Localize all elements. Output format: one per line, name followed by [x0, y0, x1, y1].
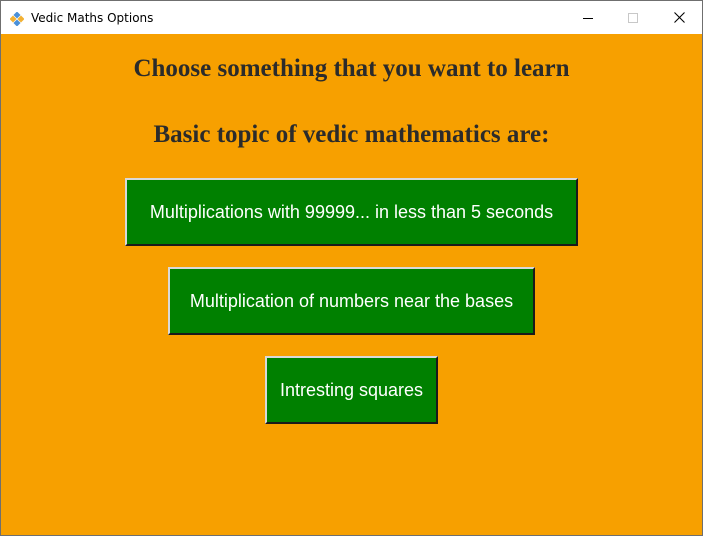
main-content: Choose something that you want to learn … — [1, 34, 702, 535]
title-bar[interactable]: Vedic Maths Options — [1, 1, 702, 34]
minimize-button[interactable] — [565, 1, 611, 34]
topics-subtitle: Basic topic of vedic mathematics are: — [153, 121, 550, 148]
app-window: Vedic Maths Options Choose something tha… — [0, 0, 703, 536]
diamond-app-icon — [9, 11, 25, 27]
page-title: Choose something that you want to learn — [133, 55, 570, 82]
window-title: Vedic Maths Options — [31, 11, 154, 25]
maximize-icon — [628, 12, 638, 23]
multiplication-99999-button[interactable]: Multiplications with 99999... in less th… — [125, 178, 578, 246]
multiplication-near-bases-button[interactable]: Multiplication of numbers near the bases — [168, 267, 535, 335]
minimize-icon — [583, 13, 593, 23]
close-button[interactable] — [656, 1, 702, 34]
interesting-squares-button[interactable]: Intresting squares — [265, 356, 438, 424]
maximize-button[interactable] — [610, 1, 656, 34]
close-icon — [673, 12, 685, 23]
